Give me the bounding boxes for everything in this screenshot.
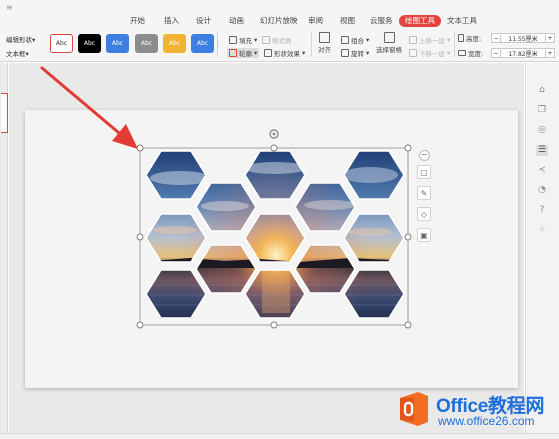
collapse-button[interactable]: −: [419, 150, 430, 161]
properties-icon[interactable]: ☰: [536, 145, 548, 156]
pen-icon[interactable]: ✎: [417, 186, 431, 200]
share-icon[interactable]: ≺: [536, 165, 548, 176]
red-arrow-annotation: [40, 66, 138, 149]
watermark-site: www.office26.com: [438, 414, 535, 428]
layout-icon[interactable]: ▣: [417, 228, 431, 242]
sunset-photo-fill: [146, 151, 404, 318]
watermark-logo: Office教程网 www.office26.com: [394, 388, 559, 432]
fill-icon[interactable]: ◇: [417, 207, 431, 221]
shape-style-icon[interactable]: ▢: [417, 165, 431, 179]
more-icon[interactable]: ⁘: [536, 225, 548, 236]
shapes-icon[interactable]: ◎: [536, 125, 548, 136]
history-icon[interactable]: ◔: [536, 185, 548, 196]
right-sidebar: ⌂ ❐ ◎ ☰ ≺ ◔ ? ⁘: [525, 63, 559, 433]
copy-icon[interactable]: ❐: [536, 105, 548, 116]
rotate-handle-icon[interactable]: [269, 129, 279, 139]
hexagon-picture-group: [40, 66, 412, 329]
office-logo-icon: [400, 392, 428, 426]
help-icon[interactable]: ?: [536, 205, 548, 216]
pin-icon[interactable]: ⌂: [536, 85, 548, 96]
status-bar: [0, 433, 559, 439]
